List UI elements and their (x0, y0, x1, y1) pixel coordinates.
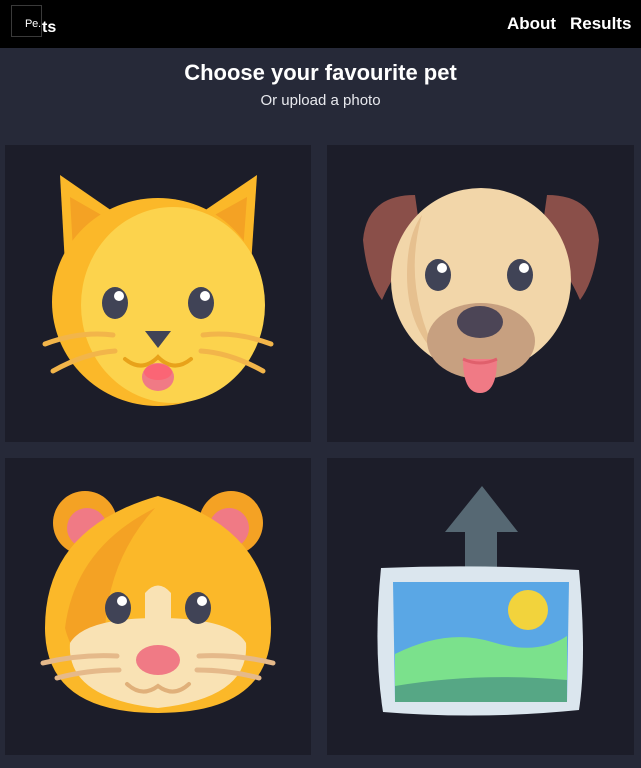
hamster-icon (40, 491, 276, 713)
logo-image[interactable]: Pe. (11, 5, 42, 37)
pet-tile-dog[interactable] (327, 145, 634, 442)
page-subtitle: Or upload a photo (260, 92, 381, 109)
dog-icon (363, 188, 599, 393)
page-title: Choose your favourite pet (184, 60, 457, 85)
cat-icon (42, 175, 274, 406)
logo-text[interactable]: ts (42, 19, 56, 37)
logo-alt-text: Pe. (25, 18, 41, 30)
upload-photo-tile[interactable] (327, 458, 634, 755)
nav-link-results[interactable]: Results (570, 14, 631, 34)
pet-tile-cat[interactable] (5, 145, 311, 442)
nav-link-about[interactable]: About (507, 14, 556, 34)
pet-tile-hamster[interactable] (5, 458, 311, 755)
navbar: Pe. ts About Results (0, 0, 641, 48)
upload-photo-icon (377, 486, 583, 716)
